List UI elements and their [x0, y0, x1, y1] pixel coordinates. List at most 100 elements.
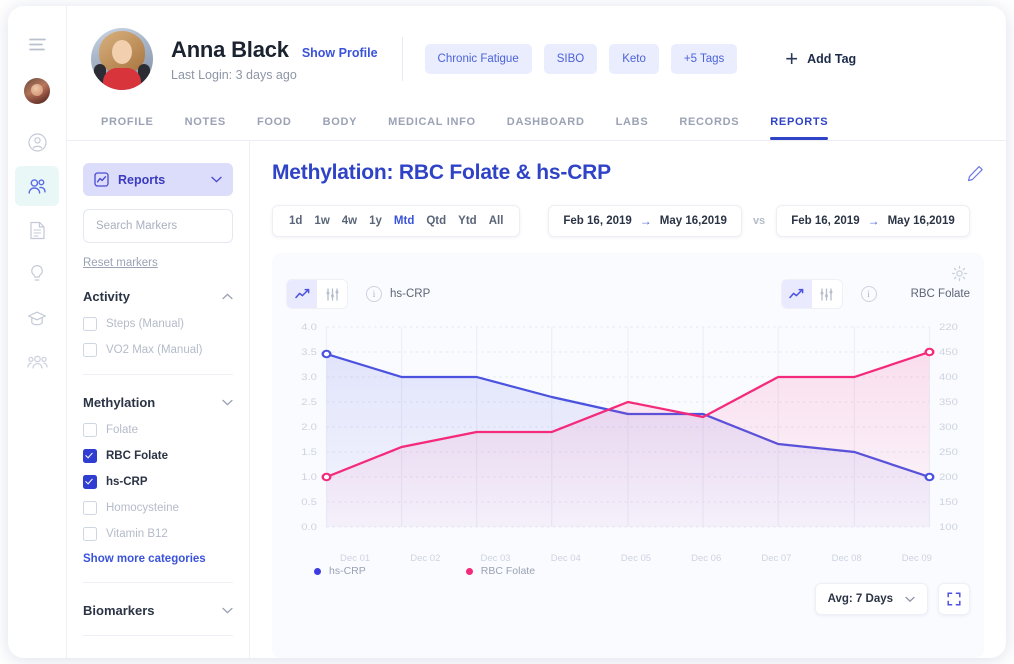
period-1w[interactable]: 1w	[314, 215, 329, 227]
graduation-cap-icon[interactable]	[15, 298, 59, 338]
group-title: Blood Daily	[83, 656, 155, 658]
chart-svg: 4.03.53.0 2.52.01.5 1.00.50.0 220450400 …	[301, 323, 958, 533]
period-4w[interactable]: 4w	[342, 215, 357, 227]
search-input[interactable]	[94, 219, 252, 233]
tab-notes[interactable]: NOTES	[185, 116, 226, 140]
tag-chip[interactable]: SIBO	[543, 44, 598, 74]
info-icon[interactable]: i	[860, 286, 877, 302]
tab-labs[interactable]: LABS	[616, 116, 649, 140]
period-all[interactable]: All	[489, 215, 504, 227]
marker-group-biomarkers: Biomarkers	[83, 603, 233, 636]
tag-chip-more[interactable]: +5 Tags	[670, 44, 738, 74]
expand-icon	[947, 592, 961, 606]
marker-item[interactable]: Folate	[83, 423, 233, 437]
checkbox[interactable]	[83, 501, 97, 515]
user-circle-icon[interactable]	[15, 122, 59, 162]
svg-text:150: 150	[939, 498, 958, 508]
checkbox[interactable]	[83, 317, 97, 331]
group-header-biomarkers[interactable]: Biomarkers	[83, 603, 233, 618]
patient-name: Anna Black	[171, 36, 289, 62]
marker-label: Vitamin B12	[106, 528, 168, 540]
candlestick-chart-icon[interactable]	[317, 280, 347, 308]
x-tick: Dec 02	[410, 553, 441, 564]
tab-food[interactable]: FOOD	[257, 116, 292, 140]
lightbulb-icon[interactable]	[15, 254, 59, 294]
group-title: Methylation	[83, 395, 156, 410]
gear-icon[interactable]	[951, 265, 968, 287]
marker-item[interactable]: VO2 Max (Manual)	[83, 343, 233, 357]
line-chart-icon[interactable]	[781, 280, 812, 308]
range-end: May 16,2019	[659, 215, 727, 227]
marker-item[interactable]: Homocysteine	[83, 501, 233, 515]
chart-card: i hs-CRP i RBC Folate 4.0 3.5 3.0 2.5 2.…	[272, 253, 984, 658]
tag-list: Chronic Fatigue SIBO Keto +5 Tags + Add …	[424, 44, 856, 74]
svg-text:250: 250	[939, 448, 958, 458]
x-tick: Dec 06	[691, 553, 722, 564]
search-markers-box[interactable]	[83, 209, 252, 243]
marker-item[interactable]: RBC Folate	[83, 449, 233, 463]
expand-button[interactable]	[938, 583, 970, 615]
svg-text:400: 400	[939, 373, 958, 383]
period-ytd[interactable]: Ytd	[458, 215, 477, 227]
marker-group-activity: Activity Steps (Manual) VO2 Max (Manual)	[83, 289, 233, 375]
period-qtd[interactable]: Qtd	[426, 215, 446, 227]
checkbox[interactable]	[83, 423, 97, 437]
menu-icon[interactable]	[15, 24, 59, 64]
group-header-activity[interactable]: Activity	[83, 289, 233, 304]
marker-group-methylation: Methylation Folate RBC Folate hs-CRP Hom…	[83, 395, 233, 583]
date-range-primary[interactable]: Feb 16, 2019 → May 16,2019	[548, 205, 742, 237]
reports-dropdown[interactable]: Reports	[83, 163, 233, 196]
range-start: Feb 16, 2019	[791, 215, 860, 227]
group-icon[interactable]	[15, 342, 59, 382]
checkbox[interactable]	[83, 343, 97, 357]
marker-label: Homocysteine	[106, 502, 179, 514]
patient-header: Anna Black Show Profile Last Login: 3 da…	[67, 6, 1006, 140]
tab-medical-info[interactable]: MEDICAL INFO	[388, 116, 476, 140]
date-range-compare[interactable]: Feb 16, 2019 → May 16,2019	[776, 205, 970, 237]
tab-profile[interactable]: PROFILE	[101, 116, 154, 140]
add-tag-button[interactable]: + Add Tag	[785, 48, 856, 70]
marker-item[interactable]: Vitamin B12	[83, 527, 233, 541]
right-chart-type-toggle[interactable]	[780, 279, 843, 309]
tab-dashboard[interactable]: DASHBOARD	[507, 116, 585, 140]
user-avatar[interactable]	[24, 78, 50, 104]
period-selector[interactable]: 1d 1w 4w 1y Mtd Qtd Ytd All	[272, 205, 521, 237]
checkbox[interactable]	[83, 527, 97, 541]
marker-item[interactable]: hs-CRP	[83, 475, 233, 489]
candlestick-chart-icon[interactable]	[812, 280, 842, 308]
legend-item-hs-crp[interactable]: hs-CRP	[314, 565, 366, 577]
tab-records[interactable]: RECORDS	[679, 116, 739, 140]
checkbox-checked[interactable]	[83, 449, 97, 463]
show-profile-link[interactable]: Show Profile	[302, 46, 378, 60]
svg-text:2.0: 2.0	[301, 423, 317, 433]
pencil-icon[interactable]	[967, 165, 984, 182]
reports-dropdown-label: Reports	[118, 172, 166, 187]
legend-label: RBC Folate	[480, 565, 536, 577]
period-1y[interactable]: 1y	[369, 215, 382, 227]
tag-chip[interactable]: Chronic Fatigue	[424, 44, 532, 74]
period-1d[interactable]: 1d	[289, 215, 302, 227]
left-chart-type-toggle[interactable]	[286, 279, 348, 309]
document-icon[interactable]	[15, 210, 59, 250]
chart-footer: Avg: 7 Days	[286, 583, 970, 625]
tab-body[interactable]: BODY	[323, 116, 358, 140]
tab-reports[interactable]: REPORTS	[770, 116, 829, 140]
period-mtd[interactable]: Mtd	[394, 215, 414, 227]
users-icon[interactable]	[15, 166, 59, 206]
show-more-categories-link[interactable]: Show more categories	[83, 553, 233, 565]
group-header-blood-daily[interactable]: Blood Daily	[83, 656, 233, 658]
range-start: Feb 16, 2019	[563, 215, 632, 227]
checkbox-checked[interactable]	[83, 475, 97, 489]
average-dropdown[interactable]: Avg: 7 Days	[814, 583, 928, 615]
info-icon[interactable]: i	[366, 286, 382, 302]
x-tick: Dec 03	[480, 553, 511, 564]
marker-item[interactable]: Steps (Manual)	[83, 317, 233, 331]
reset-markers-link[interactable]: Reset markers	[83, 257, 233, 269]
line-chart-icon[interactable]	[287, 280, 317, 308]
group-header-methylation[interactable]: Methylation	[83, 395, 233, 410]
legend-item-rbc-folate[interactable]: RBC Folate	[465, 565, 536, 577]
tag-chip[interactable]: Keto	[609, 44, 659, 74]
x-tick: Dec 08	[831, 553, 862, 564]
x-tick: Dec 05	[620, 553, 652, 564]
right-marker-label: RBC Folate	[910, 288, 970, 300]
